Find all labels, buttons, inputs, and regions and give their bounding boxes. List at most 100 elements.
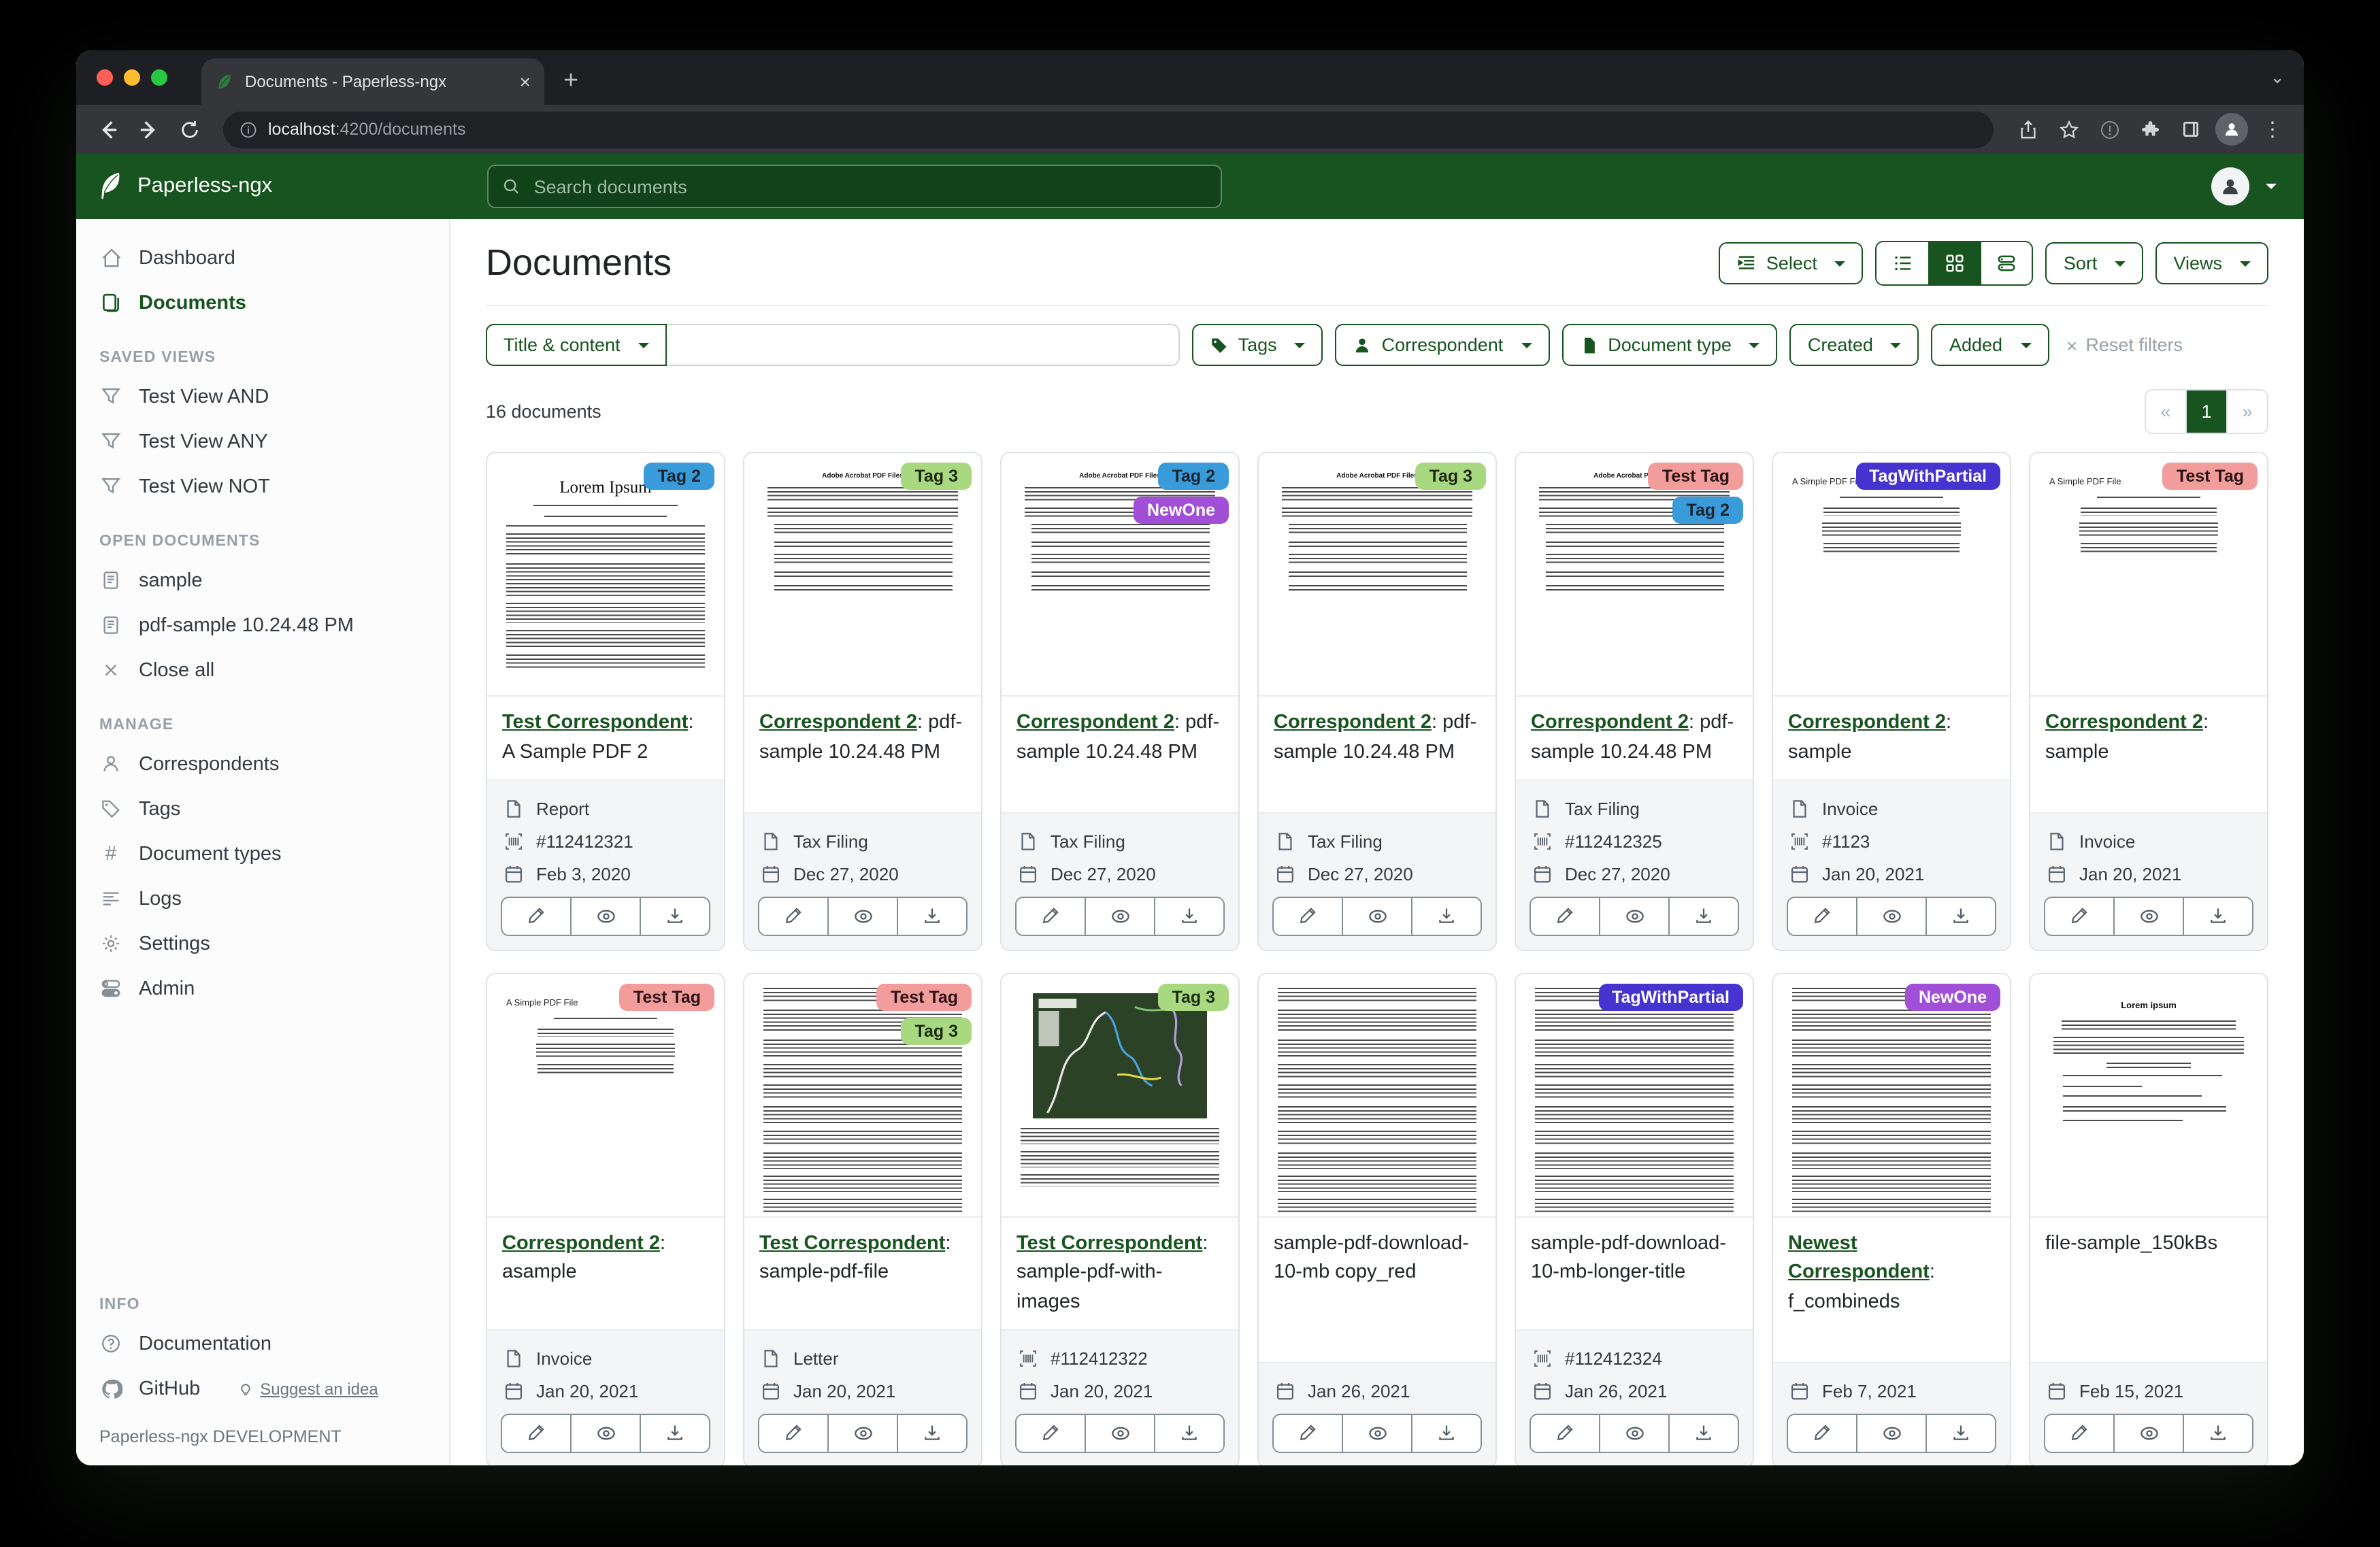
tag-badge[interactable]: Tag 2 <box>644 463 714 490</box>
download-button[interactable] <box>1154 897 1223 934</box>
sidebar-item-settings[interactable]: Settings <box>76 921 449 966</box>
document-thumbnail[interactable]: Adobe Acrobat PDF FilesTag 2NewOne <box>1002 453 1238 697</box>
tag-badge[interactable]: Tag 3 <box>902 1017 972 1044</box>
edit-button[interactable] <box>1531 897 1599 934</box>
document-thumbnail[interactable]: Test Tag Tag 3 <box>744 974 981 1217</box>
document-card[interactable]: A Simple PDF FileTest Tag Correspondent 2… <box>2029 452 2268 950</box>
document-card[interactable]: A Simple PDF FileTest TagCorrespondent 2… <box>486 972 725 1465</box>
document-title[interactable]: Test Correspondent: sample-pdf-file <box>744 1217 981 1329</box>
document-thumbnail[interactable]: Lorem ipsum <box>2030 974 2267 1217</box>
download-button[interactable] <box>1411 1415 1481 1452</box>
document-title[interactable]: file-sample_150kBs <box>2030 1217 2267 1362</box>
pagination-current-page[interactable]: 1 <box>2185 390 2226 433</box>
document-title[interactable]: Test Correspondent: sample-pdf-with-imag… <box>1002 1217 1238 1329</box>
pagination-next[interactable]: » <box>2226 390 2267 433</box>
tab-close-icon[interactable]: × <box>520 72 531 91</box>
view-button[interactable] <box>1342 897 1411 934</box>
download-button[interactable] <box>1926 897 1995 934</box>
site-info-icon[interactable] <box>239 120 257 138</box>
tag-badge[interactable]: TagWithPartial <box>1855 463 2000 490</box>
tag-badge[interactable]: Tag 3 <box>902 463 972 490</box>
added-filter-button[interactable]: Added <box>1932 324 2049 366</box>
document-thumbnail[interactable]: Lorem IpsumTag 2 <box>487 453 724 697</box>
document-card[interactable]: Adobe Acrobat PDF FilesTag 2NewOne Corres… <box>1000 452 1240 950</box>
edit-button[interactable] <box>2045 897 2113 934</box>
sidebar-item-dashboard[interactable]: Dashboard <box>76 235 449 280</box>
browser-tab[interactable]: Documents - Paperless-ngx × <box>201 59 544 105</box>
download-button[interactable] <box>1926 1415 1995 1452</box>
document-card[interactable]: Lorem ipsumfile-sample_150kBsFeb 15, 202… <box>2029 972 2268 1465</box>
document-card[interactable]: Adobe Acrobat PDF FilesTag 3 Corresponden… <box>1257 452 1497 950</box>
minimize-window-button[interactable] <box>124 69 140 86</box>
tag-badge[interactable]: Test Tag <box>877 983 972 1010</box>
sidebar-item-test-view-any[interactable]: Test View ANY <box>76 419 449 464</box>
forward-button[interactable] <box>131 112 166 147</box>
view-button[interactable] <box>570 1415 640 1452</box>
tag-badge[interactable]: NewOne <box>1134 497 1229 524</box>
sidebar-open-doc-sample[interactable]: sample <box>76 558 449 603</box>
view-button[interactable] <box>570 897 640 934</box>
download-button[interactable] <box>1668 897 1738 934</box>
correspondent-link[interactable]: Test Correspondent <box>759 1232 945 1254</box>
document-thumbnail[interactable]: A Simple PDF FileTest Tag <box>2030 453 2267 697</box>
document-card[interactable]: Adobe Acrobat PDF FilesTest TagTag 2 Corr… <box>1515 452 1754 950</box>
document-thumbnail[interactable]: Adobe Acrobat PDF FilesTest TagTag 2 <box>1516 453 1753 697</box>
document-title[interactable]: Correspondent 2: sample <box>1773 697 2010 779</box>
view-button[interactable] <box>1856 897 1926 934</box>
correspondent-link[interactable]: Correspondent 2 <box>1017 712 1174 733</box>
tag-badge[interactable]: Test Tag <box>2163 463 2258 490</box>
sidebar-item-test-view-not[interactable]: Test View NOT <box>76 464 449 509</box>
correspondent-link[interactable]: Correspondent 2 <box>1788 712 1946 733</box>
view-button[interactable] <box>2113 897 2183 934</box>
document-title[interactable]: Newest Correspondent: f_combineds <box>1773 1217 2010 1362</box>
download-button[interactable] <box>1411 897 1481 934</box>
sidebar-item-logs[interactable]: Logs <box>76 876 449 921</box>
sidebar-open-doc-pdf-sample[interactable]: pdf-sample 10.24.48 PM <box>76 603 449 648</box>
document-title[interactable]: sample-pdf-download-10-mb-longer-title <box>1516 1217 1753 1329</box>
tab-search-chevron-icon[interactable]: ⌄ <box>2270 67 2285 88</box>
edit-button[interactable] <box>1531 1415 1599 1452</box>
sidebar-item-tags[interactable]: Tags <box>76 786 449 831</box>
correspondent-link[interactable]: Correspondent 2 <box>759 712 917 733</box>
sort-button[interactable]: Sort <box>2046 242 2144 284</box>
grid-view-button[interactable] <box>1929 242 1981 284</box>
view-button[interactable] <box>1599 897 1668 934</box>
sidebar-item-correspondents[interactable]: Correspondents <box>76 742 449 786</box>
tag-badge[interactable]: Test Tag <box>620 983 714 1010</box>
download-button[interactable] <box>2183 1415 2252 1452</box>
document-thumbnail[interactable]: Adobe Acrobat PDF FilesTag 3 <box>1259 453 1495 697</box>
extension-badge-icon[interactable] <box>2092 112 2127 147</box>
share-icon[interactable] <box>2010 112 2045 147</box>
tags-filter-button[interactable]: Tags <box>1192 324 1323 366</box>
tag-badge[interactable]: Tag 3 <box>1159 983 1229 1010</box>
correspondent-link[interactable]: Test Correspondent <box>502 712 688 733</box>
reset-filters-link[interactable]: ×Reset filters <box>2066 334 2183 356</box>
document-thumbnail[interactable]: TagWithPartial <box>1516 974 1753 1217</box>
download-button[interactable] <box>2183 897 2252 934</box>
sidebar-item-documentation[interactable]: Documentation <box>76 1321 449 1366</box>
pagination-prev[interactable]: « <box>2146 390 2185 433</box>
correspondent-link[interactable]: Correspondent 2 <box>1531 712 1689 733</box>
tag-badge[interactable]: NewOne <box>1905 983 2000 1010</box>
detail-view-button[interactable] <box>1981 242 2032 284</box>
sidebar-item-documents[interactable]: Documents <box>76 280 449 325</box>
edit-button[interactable] <box>759 1415 827 1452</box>
user-menu-caret-icon[interactable] <box>2266 184 2277 189</box>
document-title[interactable]: Test Correspondent: A Sample PDF 2 <box>487 697 724 779</box>
browser-profile-avatar[interactable] <box>2214 112 2249 147</box>
edit-button[interactable] <box>1788 897 1856 934</box>
edit-button[interactable] <box>2045 1415 2113 1452</box>
tag-badge[interactable]: Test Tag <box>1649 463 1743 490</box>
document-card[interactable]: A Simple PDF FileTagWithPartialCorrespon… <box>1772 452 2011 950</box>
correspondent-link[interactable]: Correspondent 2 <box>502 1232 660 1254</box>
document-thumbnail[interactable]: Tag 3 <box>1002 974 1238 1217</box>
sidebar-item-test-view-and[interactable]: Test View AND <box>76 374 449 419</box>
download-button[interactable] <box>1668 1415 1738 1452</box>
document-title[interactable]: Correspondent 2: asample <box>487 1217 724 1329</box>
document-card[interactable]: TagWithPartialsample-pdf-download-10-mb-… <box>1515 972 1754 1465</box>
edit-button[interactable] <box>1274 897 1342 934</box>
view-button[interactable] <box>1085 1415 1154 1452</box>
correspondent-link[interactable]: Correspondent 2 <box>1274 712 1432 733</box>
correspondent-link[interactable]: Correspondent 2 <box>2045 712 2203 733</box>
view-button[interactable] <box>1599 1415 1668 1452</box>
